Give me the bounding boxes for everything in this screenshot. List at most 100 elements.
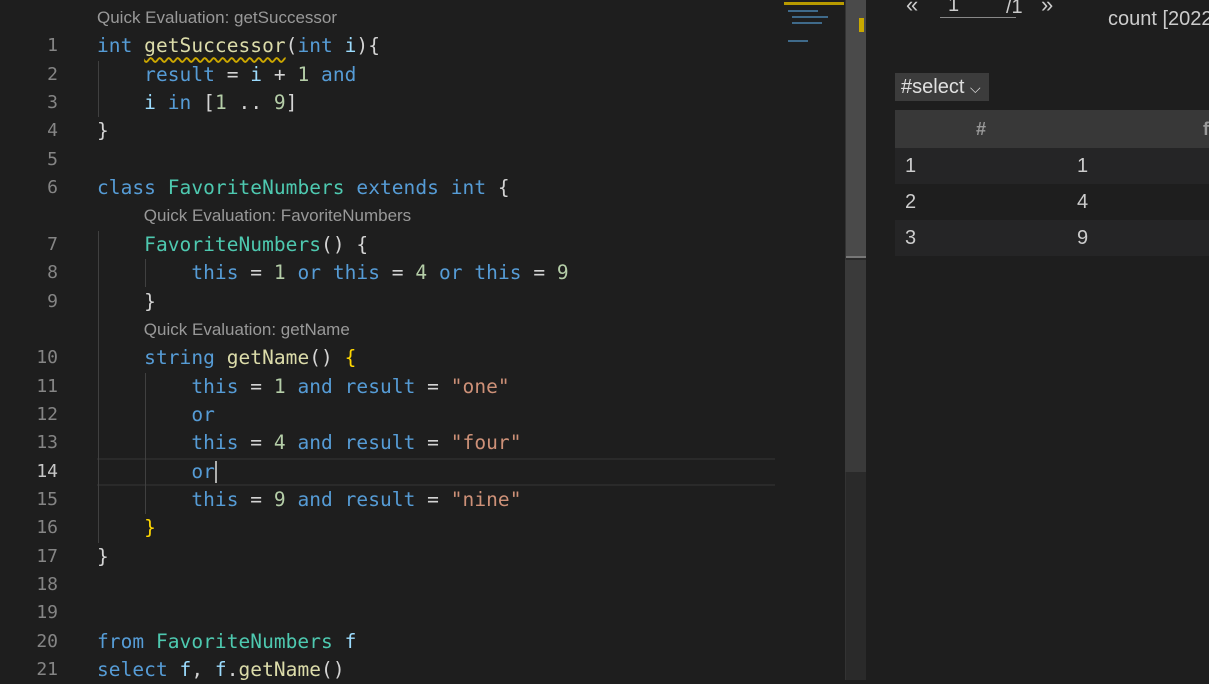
total-pages: /1	[1006, 0, 1023, 18]
code-token: extends	[344, 176, 451, 200]
code-token: or	[285, 261, 333, 285]
code-line[interactable]: result = i + 1 and	[97, 61, 356, 89]
prev-page-button[interactable]: «	[906, 0, 918, 18]
code-token: 9	[273, 91, 286, 115]
code-editor[interactable]: Quick Evaluation: getSuccessor 1 int getSu…	[0, 0, 845, 682]
indent-guide	[98, 230, 99, 543]
next-page-button[interactable]: »	[1041, 0, 1053, 18]
code-line[interactable]: or	[97, 401, 215, 429]
code-token: =	[238, 431, 274, 455]
code-token: =	[415, 431, 451, 455]
line-number: 11	[36, 375, 58, 397]
code-token: result	[344, 374, 416, 398]
code-token: result	[344, 487, 416, 511]
code-line[interactable]: }	[97, 543, 109, 571]
line-number: 5	[47, 148, 58, 170]
code-token: or	[191, 459, 215, 483]
code-token: FavoriteNumbers	[155, 629, 333, 653]
code-token: i	[250, 62, 263, 86]
code-token: "nine"	[450, 487, 522, 511]
line-number: 14	[36, 460, 58, 482]
code-token: }	[97, 119, 109, 143]
line-number: 19	[36, 602, 58, 624]
indent-guide	[145, 259, 146, 288]
code-line[interactable]: string getName() {	[97, 344, 356, 372]
code-token: getSuccessor	[144, 34, 286, 58]
code-token: this	[191, 374, 239, 398]
code-token: }	[97, 289, 156, 313]
text-cursor	[214, 461, 217, 484]
code-token: int	[97, 34, 133, 58]
table-cell: 4	[1077, 190, 1089, 213]
code-line[interactable]: }	[97, 514, 156, 542]
table-cell: 1	[895, 148, 1067, 184]
result-set-dropdown[interactable]: #select ⌵	[895, 73, 989, 101]
code-token: =	[380, 261, 416, 285]
code-token: in	[155, 91, 204, 115]
code-token: getName	[238, 658, 322, 682]
code-token: =	[238, 487, 274, 511]
code-line[interactable]: this = 1 or this = 4 or this = 9	[97, 259, 569, 287]
line-number: 8	[47, 262, 58, 284]
code-token: this	[332, 261, 381, 285]
code-token: result	[344, 431, 416, 455]
code-line[interactable]: this = 4 and result = "four"	[97, 429, 522, 457]
column-header[interactable]: f	[1067, 110, 1209, 148]
line-number: 13	[36, 432, 58, 454]
code-token: this	[191, 261, 239, 285]
code-token: =	[214, 62, 251, 86]
result-count: count [2022	[1108, 8, 1209, 30]
code-line[interactable]: i in [1 .. 9]	[97, 89, 298, 117]
code-token: =	[238, 374, 274, 398]
code-token: and	[309, 62, 357, 86]
quick-evaluation-link[interactable]: Quick Evaluation: getName	[144, 320, 350, 340]
code-token: this	[191, 431, 239, 455]
code-token: this	[191, 487, 239, 511]
minimap[interactable]	[782, 0, 844, 50]
code-token: or	[427, 261, 475, 285]
code-token: }	[144, 516, 156, 540]
page-number-input[interactable]	[940, 0, 1016, 18]
line-number: 2	[47, 63, 58, 85]
line-number: 15	[36, 488, 58, 510]
code-line[interactable]: }	[97, 288, 156, 316]
line-number: 17	[36, 545, 58, 567]
table-cell: 3	[895, 220, 1067, 256]
code-token: ]	[285, 91, 298, 115]
line-number: 12	[36, 403, 58, 425]
code-line[interactable]: or	[97, 458, 217, 486]
table-cell: 9	[1067, 220, 1209, 256]
code-line[interactable]: FavoriteNumbers() {	[97, 231, 368, 259]
code-line[interactable]: class FavoriteNumbers extends int {	[97, 174, 510, 202]
code-line[interactable]: int getSuccessor(int i){	[97, 32, 380, 60]
code-token: 9	[273, 487, 286, 511]
code-line[interactable]: from FavoriteNumbers f	[97, 628, 356, 656]
quick-evaluation-link[interactable]: Quick Evaluation: FavoriteNumbers	[144, 206, 411, 226]
code-line[interactable]: this = 1 and result = "one"	[97, 373, 510, 401]
column-header[interactable]: #	[895, 110, 1067, 148]
scrollbar-track	[845, 260, 866, 472]
code-token: 9	[556, 261, 569, 285]
indent-guide	[145, 372, 146, 515]
table-row[interactable]: 11	[895, 148, 1209, 184]
code-token: =	[415, 487, 451, 511]
line-number: 3	[47, 92, 58, 114]
quick-evaluation-link[interactable]: Quick Evaluation: getSuccessor	[97, 8, 337, 28]
table-row[interactable]: 24	[895, 184, 1209, 220]
code-token: (	[285, 34, 298, 58]
code-token: i	[344, 34, 357, 58]
line-number: 10	[36, 347, 58, 369]
scrollbar-thumb[interactable]	[846, 0, 867, 258]
code-token: {	[344, 346, 357, 370]
code-token: class	[97, 176, 168, 200]
results-table: # f 112439	[895, 110, 1209, 256]
line-number: 9	[47, 290, 58, 312]
table-row[interactable]: 39	[895, 220, 1209, 256]
code-line[interactable]: this = 9 and result = "nine"	[97, 486, 522, 514]
code-line[interactable]: }	[97, 117, 109, 145]
code-token: ,	[191, 658, 215, 682]
code-token: =	[238, 261, 274, 285]
